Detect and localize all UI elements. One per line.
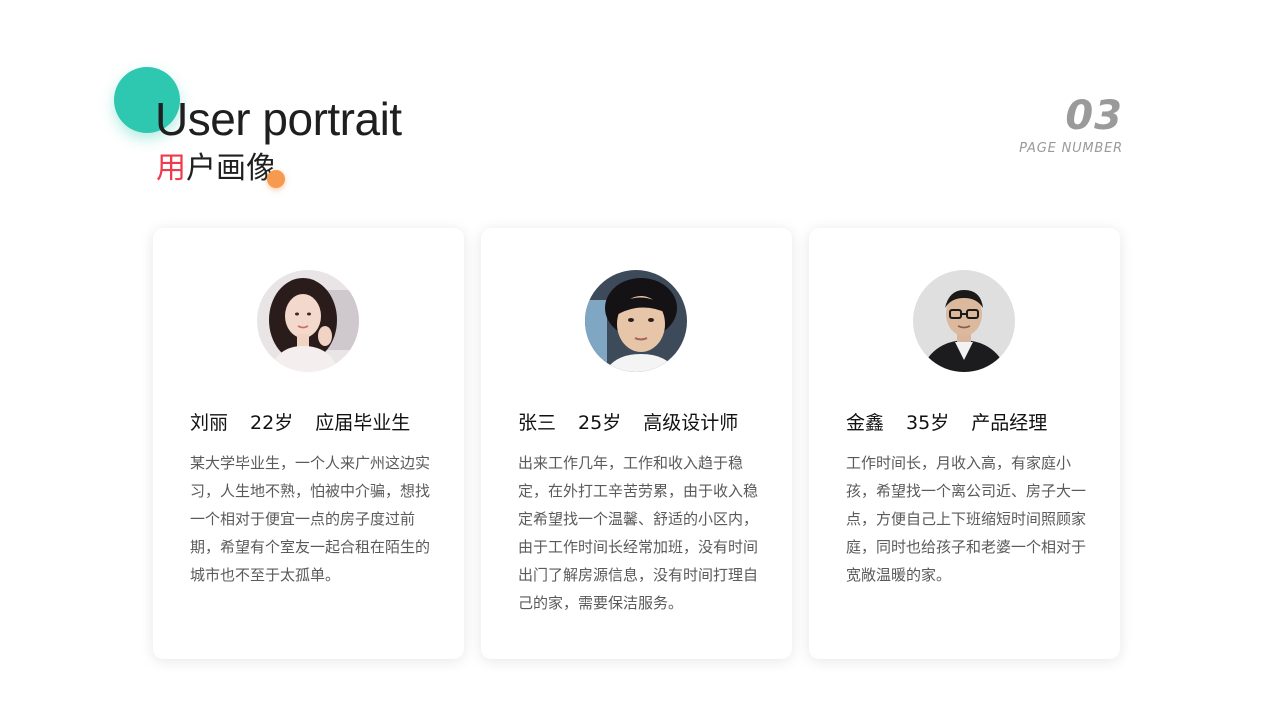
avatar	[585, 270, 687, 372]
persona-age: 22岁	[250, 412, 294, 434]
persona-card: 刘丽 22岁 应届毕业生 某大学毕业生，一个人来广州这边实习，人生地不熟，怕被中介骗…	[153, 228, 464, 659]
persona-role: 应届毕业生	[315, 412, 411, 434]
persona-name: 刘丽	[190, 412, 229, 434]
persona-card: 金鑫 35岁 产品经理 工作时间长，月收入高，有家庭小孩，希望找一个离公司近、房子大…	[809, 228, 1120, 659]
page-number: 03	[1065, 93, 1123, 139]
avatar	[257, 270, 359, 372]
persona-description: 出来工作几年，工作和收入趋于稳定，在外打工辛苦劳累，由于收入稳定希望找一个温馨、…	[518, 454, 759, 612]
persona-description: 工作时间长，月收入高，有家庭小孩，希望找一个离公司近、房子大一点，方便自己上下班…	[846, 454, 1087, 584]
subtitle-accent-char: 用	[156, 151, 186, 186]
persona-description: 某大学毕业生，一个人来广州这边实习，人生地不熟，怕被中介骗，想找一个相对于便宜一…	[190, 454, 431, 584]
persona-card: 张三 25岁 高级设计师 出来工作几年，工作和收入趋于稳定，在外打工辛苦劳累，由于收…	[481, 228, 792, 659]
page-subtitle: 用户画像	[156, 151, 276, 187]
woman-portrait-icon	[257, 270, 359, 372]
persona-name: 张三	[518, 412, 557, 434]
persona-role: 高级设计师	[643, 412, 739, 434]
persona-meta: 张三 25岁 高级设计师	[518, 411, 738, 435]
young-man-portrait-icon	[585, 270, 687, 372]
avatar	[913, 270, 1015, 372]
subtitle-rest: 户画像	[186, 151, 276, 186]
persona-age: 25岁	[578, 412, 622, 434]
orange-decor-dot	[267, 170, 285, 188]
persona-role: 产品经理	[971, 412, 1048, 434]
page-title: User portrait	[155, 93, 402, 145]
persona-age: 35岁	[906, 412, 950, 434]
persona-meta: 金鑫 35岁 产品经理	[846, 411, 1047, 435]
page-number-label: PAGE NUMBER	[1019, 141, 1123, 156]
persona-meta: 刘丽 22岁 应届毕业生	[190, 411, 410, 435]
man-glasses-portrait-icon	[913, 270, 1015, 372]
persona-name: 金鑫	[846, 412, 885, 434]
